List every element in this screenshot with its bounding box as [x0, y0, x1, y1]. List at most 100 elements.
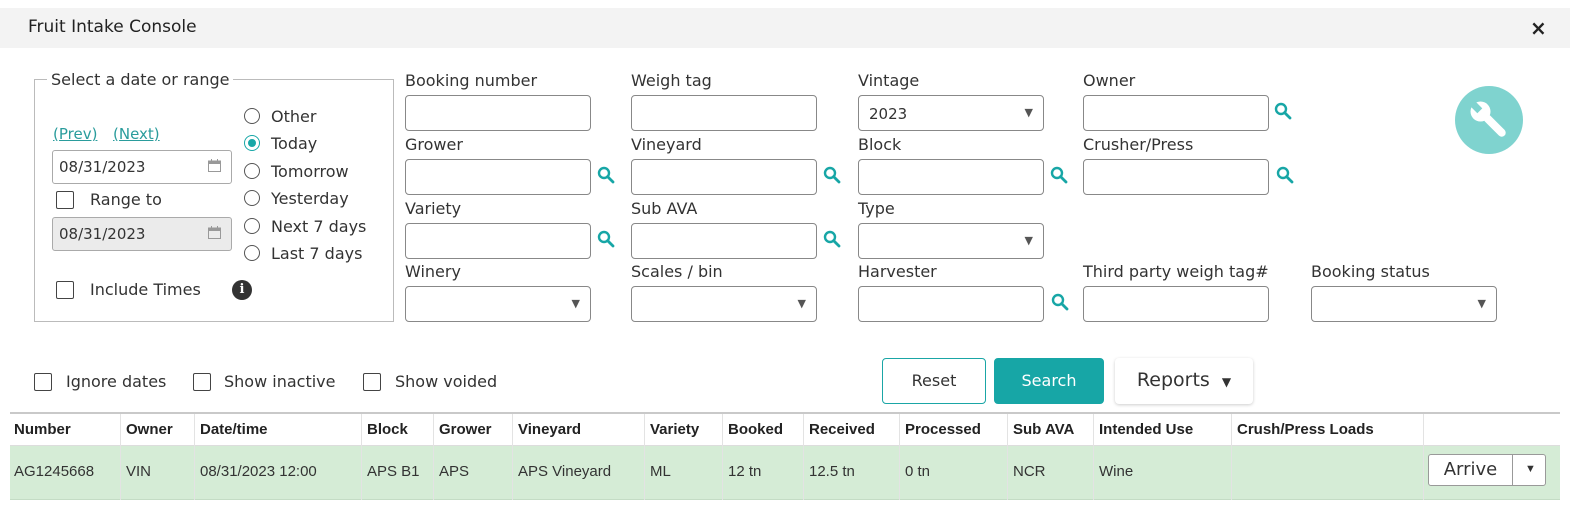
variety-input[interactable]: [405, 223, 591, 259]
radio-other[interactable]: [244, 108, 260, 124]
search-button[interactable]: Search: [994, 358, 1104, 404]
radio-tomorrow[interactable]: [244, 163, 260, 179]
grower-field: Grower: [405, 135, 591, 195]
column-divider: [1093, 414, 1094, 500]
column-header[interactable]: Vineyard: [518, 421, 581, 438]
column-header[interactable]: Owner: [126, 421, 173, 438]
column-header[interactable]: Received: [809, 421, 875, 438]
harvester-input[interactable]: [858, 286, 1044, 322]
arrive-split-button[interactable]: Arrive ▼: [1428, 454, 1546, 486]
range-to-checkbox[interactable]: [56, 191, 74, 209]
window-header: Fruit Intake Console ×: [0, 8, 1570, 48]
ignore-dates-checkbox[interactable]: [34, 373, 52, 391]
reports-dropdown-button[interactable]: Reports ▼: [1115, 358, 1253, 404]
column-header[interactable]: Sub AVA: [1013, 421, 1074, 438]
arrive-button[interactable]: Arrive: [1429, 455, 1513, 485]
owner-input[interactable]: [1083, 95, 1269, 131]
cell-owner: VIN: [126, 463, 152, 480]
column-header[interactable]: Crush/Press Loads: [1237, 421, 1374, 438]
next-link[interactable]: (Next): [113, 125, 160, 143]
calendar-icon[interactable]: [208, 159, 221, 176]
vineyard-input[interactable]: [631, 159, 817, 195]
cell-received: 12.5 tn: [809, 463, 855, 480]
chevron-down-icon: ▼: [1477, 297, 1486, 310]
search-icon[interactable]: [1276, 166, 1294, 184]
cell-sub-ava: NCR: [1013, 463, 1046, 480]
type-label: Type: [858, 199, 895, 218]
search-icon[interactable]: [823, 230, 841, 248]
radio-last-7-days[interactable]: [244, 245, 260, 261]
search-icon[interactable]: [597, 230, 615, 248]
date-input-value: 08/31/2023: [59, 158, 146, 176]
show-inactive-checkbox[interactable]: [193, 373, 211, 391]
cell-number: AG1245668: [14, 463, 95, 480]
third-party-input[interactable]: [1083, 286, 1269, 322]
caret-down-icon: ▼: [1221, 375, 1232, 389]
booking-number-label: Booking number: [405, 71, 538, 90]
vintage-label: Vintage: [858, 71, 920, 90]
harvester-field: Harvester: [858, 262, 1044, 322]
grower-label: Grower: [405, 135, 463, 154]
booking-status-select[interactable]: ▼: [1311, 286, 1497, 322]
date-range-legend: Select a date or range: [51, 70, 230, 89]
cell-grower: APS: [439, 463, 470, 480]
include-times-checkbox[interactable]: [56, 281, 74, 299]
radio-next-7-days[interactable]: [244, 218, 260, 234]
search-icon[interactable]: [1051, 293, 1069, 311]
sub-ava-input[interactable]: [631, 223, 817, 259]
scales-bin-label: Scales / bin: [631, 262, 723, 281]
search-icon[interactable]: [823, 166, 841, 184]
block-input[interactable]: [858, 159, 1044, 195]
column-divider: [1007, 414, 1008, 500]
caret-down-icon[interactable]: ▼: [1525, 463, 1536, 475]
column-divider: [644, 414, 645, 500]
type-select[interactable]: ▼: [858, 223, 1044, 259]
crusher-press-input[interactable]: [1083, 159, 1269, 195]
cell-processed: 0 tn: [905, 463, 931, 480]
column-header[interactable]: Grower: [439, 421, 492, 438]
show-voided-checkbox[interactable]: [363, 373, 381, 391]
column-header[interactable]: Processed: [905, 421, 981, 438]
weigh-tag-input[interactable]: [631, 95, 817, 131]
booking-number-field: Booking number: [405, 71, 591, 131]
reset-button[interactable]: Reset: [882, 358, 986, 404]
cell-intended-use: Wine: [1099, 463, 1134, 480]
block-label: Block: [858, 135, 902, 154]
column-header[interactable]: Number: [14, 421, 71, 438]
date-input[interactable]: 08/31/2023: [52, 150, 232, 184]
column-header[interactable]: Booked: [728, 421, 783, 438]
column-header[interactable]: Date/time: [200, 421, 268, 438]
close-icon[interactable]: ×: [1530, 16, 1547, 40]
column-divider: [120, 414, 121, 500]
scales-bin-select[interactable]: ▼: [631, 286, 817, 322]
winery-select[interactable]: ▼: [405, 286, 591, 322]
column-header[interactable]: Intended Use: [1099, 421, 1193, 438]
wrench-icon[interactable]: [1455, 86, 1523, 154]
search-icon[interactable]: [1050, 166, 1068, 184]
vintage-select[interactable]: 2023 ▼: [858, 95, 1044, 131]
search-icon[interactable]: [597, 166, 615, 184]
search-icon[interactable]: [1274, 102, 1292, 120]
info-icon[interactable]: i: [232, 280, 252, 300]
radio-yesterday[interactable]: [244, 190, 260, 206]
grower-input[interactable]: [405, 159, 591, 195]
booking-status-field: Booking status ▼: [1311, 262, 1497, 322]
vintage-value: 2023: [869, 105, 908, 123]
winery-label: Winery: [405, 262, 461, 281]
calendar-icon[interactable]: [208, 226, 221, 243]
range-to-input[interactable]: 08/31/2023: [52, 217, 232, 251]
radio-yesterday-label: Yesterday: [271, 189, 349, 208]
radio-today[interactable]: [244, 135, 260, 151]
cell-vineyard: APS Vineyard: [518, 463, 612, 480]
table-row[interactable]: AG1245668 VIN 08/31/2023 12:00 APS B1 AP…: [10, 446, 1560, 500]
scales-bin-field: Scales / bin ▼: [631, 262, 817, 322]
variety-field: Variety: [405, 199, 591, 259]
range-to-input-value: 08/31/2023: [59, 225, 146, 243]
column-divider: [512, 414, 513, 500]
column-header[interactable]: Block: [367, 421, 408, 438]
column-divider: [899, 414, 900, 500]
booking-number-input[interactable]: [405, 95, 591, 131]
prev-link[interactable]: (Prev): [53, 125, 97, 143]
cell-datetime: 08/31/2023 12:00: [200, 463, 317, 480]
column-header[interactable]: Variety: [650, 421, 699, 438]
